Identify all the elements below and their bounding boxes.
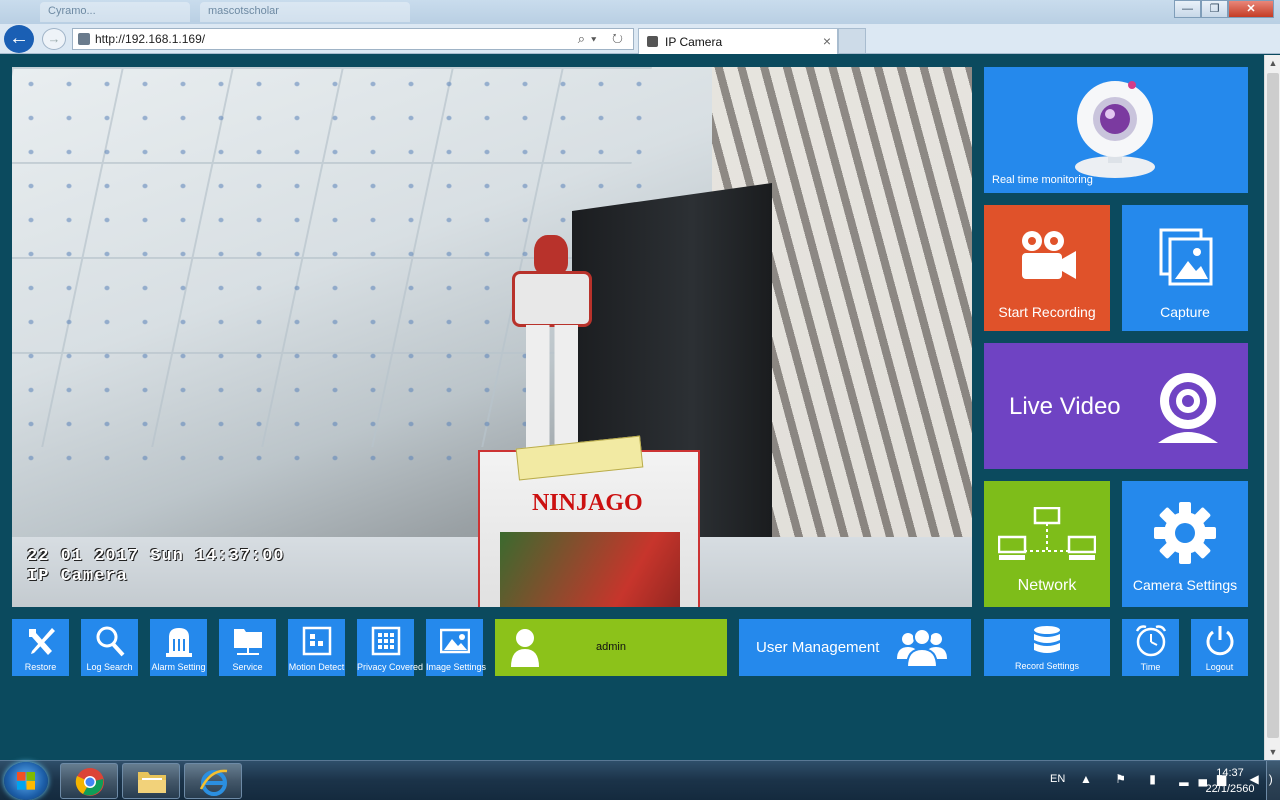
show-desktop-button[interactable] — [1266, 761, 1280, 800]
live-video-label: Live Video — [1009, 393, 1121, 420]
log-search-button[interactable]: Log Search — [81, 619, 138, 676]
screen: Cyramo... mascotscholar — ❐ ✕ ← → ⌕▾ ↻ ⌂… — [0, 0, 1280, 800]
clock-time: 14:37 — [1216, 767, 1244, 779]
page-icon — [78, 33, 90, 45]
chrome-icon — [75, 767, 105, 797]
taskbar-explorer[interactable] — [122, 763, 180, 799]
start-button[interactable] — [4, 762, 48, 800]
time-tile[interactable]: Time — [1122, 619, 1179, 676]
background-tab[interactable]: mascotscholar — [200, 2, 410, 22]
user-management-label: User Management — [756, 639, 880, 656]
tools-icon — [26, 625, 56, 657]
alarm-clock-icon — [1135, 624, 1167, 658]
restore-label: Restore — [24, 662, 57, 672]
tab-page-icon — [647, 36, 658, 47]
privacy-covered-label: Privacy Covered — [357, 662, 424, 672]
record-settings-label: Record Settings — [1014, 661, 1080, 671]
taskbar-internet-explorer[interactable] — [184, 763, 242, 799]
time-label: Time — [1140, 662, 1161, 672]
camera-settings-label: Camera Settings — [1132, 577, 1238, 593]
alarm-setting-button[interactable]: Alarm Setting — [150, 619, 207, 676]
gear-icon — [1153, 501, 1217, 565]
image-gallery-icon — [1158, 227, 1214, 287]
scroll-down-arrow[interactable]: ▼ — [1265, 744, 1280, 760]
database-icon — [1033, 625, 1061, 657]
user-tile[interactable]: admin — [495, 619, 727, 676]
background-tab[interactable]: Cyramo... — [40, 2, 190, 22]
back-button[interactable]: ← — [4, 25, 34, 53]
tab-ip-camera[interactable]: IP Camera × — [638, 28, 838, 54]
network-tile[interactable]: Network — [984, 481, 1110, 607]
address-input[interactable] — [95, 31, 535, 47]
webcam-icon — [1070, 77, 1160, 181]
user-management-tile[interactable]: User Management — [739, 619, 971, 676]
service-button[interactable]: Service — [219, 619, 276, 676]
minimize-button[interactable]: — — [1174, 0, 1201, 18]
privacy-covered-button[interactable]: Privacy Covered — [357, 619, 424, 676]
window-controls: — ❐ ✕ — [1174, 0, 1274, 18]
scroll-thumb[interactable] — [1267, 73, 1279, 738]
start-recording-tile[interactable]: Start Recording — [984, 205, 1110, 331]
box-label: NINJAGO — [532, 490, 643, 516]
motion-grid-icon — [302, 625, 332, 657]
webcam-outline-icon — [1150, 369, 1226, 445]
windows-logo-icon — [17, 772, 35, 790]
window-titlebar: Cyramo... mascotscholar — ❐ ✕ — [0, 0, 1280, 24]
osd-camera-title: IP Camera — [27, 567, 128, 586]
image-settings-button[interactable]: Image Settings — [426, 619, 487, 676]
capture-label: Capture — [1160, 304, 1210, 320]
username-label: admin — [596, 641, 626, 653]
network-folder-icon — [233, 625, 263, 657]
logout-tile[interactable]: Logout — [1191, 619, 1248, 676]
scroll-up-arrow[interactable]: ▲ — [1265, 55, 1280, 71]
maximize-button[interactable]: ❐ — [1201, 0, 1228, 18]
forward-button[interactable]: → — [42, 28, 66, 50]
magnifier-icon — [95, 625, 125, 657]
live-video-tile[interactable]: Live Video — [984, 343, 1248, 469]
alarm-setting-label: Alarm Setting — [151, 662, 206, 672]
tab-close-icon[interactable]: × — [823, 33, 831, 49]
privacy-grid-icon — [371, 625, 401, 657]
picture-icon — [440, 625, 470, 657]
motion-detect-label: Motion Detect — [288, 662, 345, 672]
service-label: Service — [232, 662, 263, 672]
folder-icon — [137, 769, 167, 795]
clock[interactable]: 14:37 22/1/2560 — [1198, 765, 1262, 797]
image-settings-label: Image Settings — [426, 662, 487, 672]
tab-title: IP Camera — [665, 35, 723, 49]
video-scene-toy-figure — [490, 235, 620, 465]
logout-label: Logout — [1205, 662, 1234, 672]
realtime-monitoring-tile[interactable]: Real time monitoring — [984, 67, 1248, 193]
alarm-light-icon — [164, 625, 194, 657]
video-camera-icon — [1016, 229, 1078, 281]
language-indicator[interactable]: EN — [1050, 773, 1065, 785]
camera-video-feed[interactable]: NINJAGO 22 01 2017 Sun 14:37:00 IP Camer… — [12, 67, 972, 607]
windows-taskbar: EN ▲ ⚑ ▮ ▂▄▆ ◀) 14:37 22/1/2560 — [0, 760, 1280, 800]
osd-datetime: 22 01 2017 Sun 14:37:00 — [27, 547, 285, 566]
taskbar-chrome[interactable] — [60, 763, 118, 799]
address-tools[interactable]: ⌕▾ ↻ — [578, 31, 629, 47]
network-icon — [998, 507, 1096, 561]
log-search-label: Log Search — [86, 662, 133, 672]
record-settings-tile[interactable]: Record Settings — [984, 619, 1110, 676]
clock-date: 22/1/2560 — [1205, 783, 1255, 795]
close-window-button[interactable]: ✕ — [1228, 0, 1274, 18]
users-group-icon — [897, 627, 947, 667]
new-tab-button[interactable] — [838, 28, 866, 54]
vertical-scrollbar[interactable]: ▲ ▼ — [1264, 55, 1280, 760]
start-recording-label: Start Recording — [998, 304, 1096, 320]
address-bar[interactable]: ⌕▾ ↻ — [72, 28, 634, 50]
restore-button[interactable]: Restore — [12, 619, 69, 676]
video-scene-toy-box: NINJAGO — [478, 450, 700, 607]
realtime-monitoring-label: Real time monitoring — [992, 174, 1093, 186]
motion-detect-button[interactable]: Motion Detect — [288, 619, 345, 676]
power-icon — [1204, 624, 1236, 658]
capture-tile[interactable]: Capture — [1122, 205, 1248, 331]
network-label: Network — [1017, 577, 1077, 594]
camera-settings-tile[interactable]: Camera Settings — [1122, 481, 1248, 607]
internet-explorer-icon — [199, 767, 229, 797]
